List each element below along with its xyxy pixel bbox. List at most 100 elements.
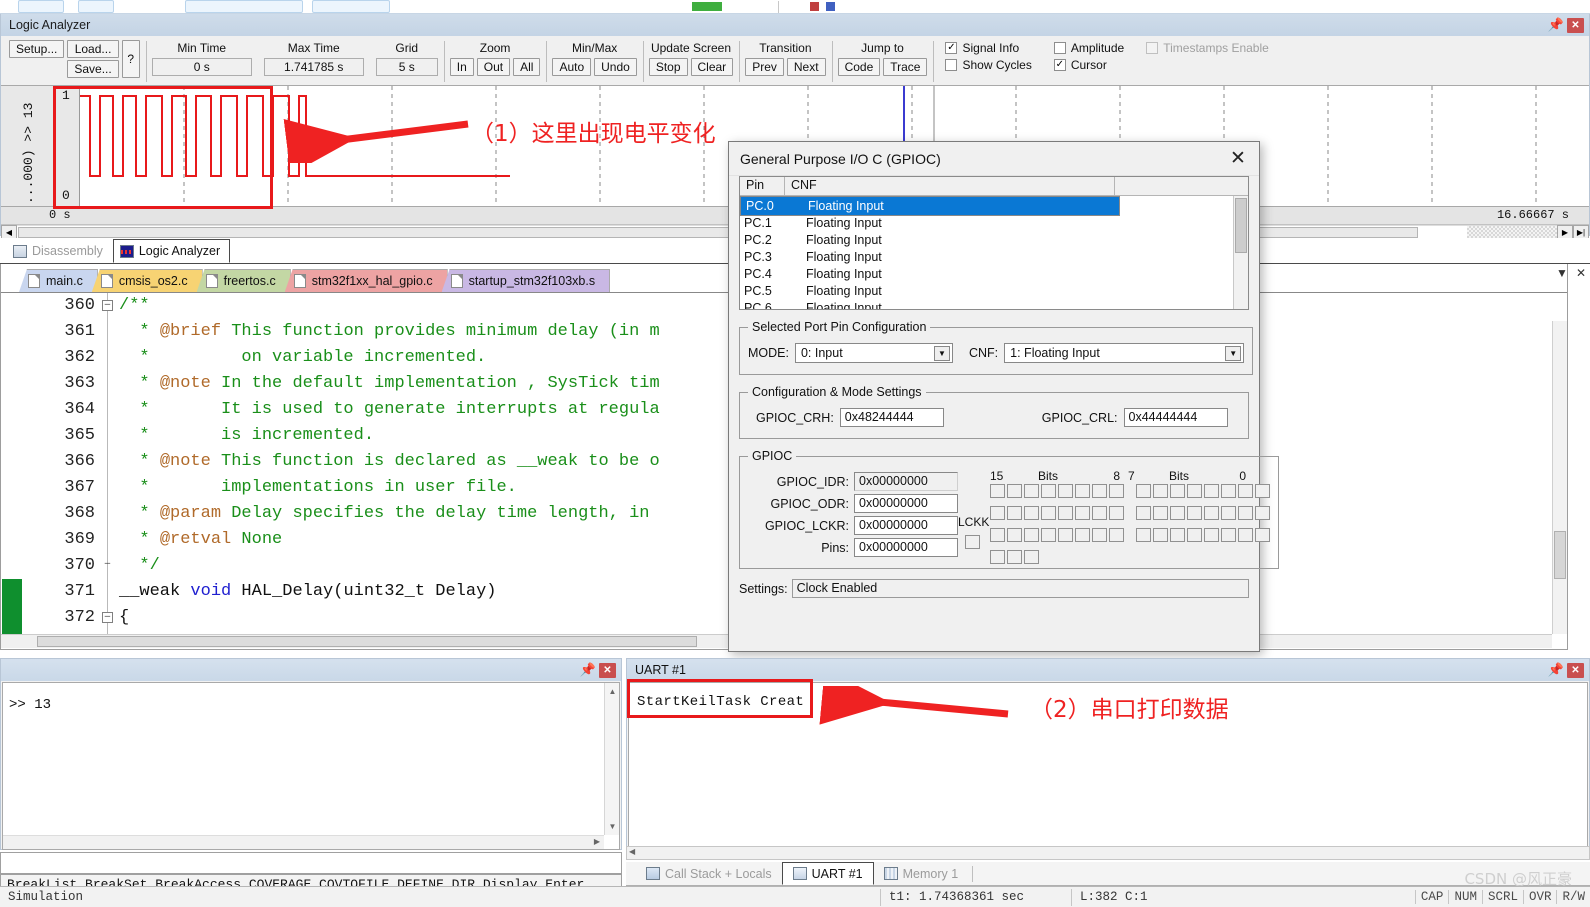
bit[interactable] — [1255, 528, 1270, 542]
gpioc-pins-input[interactable]: 0x00000000 — [854, 538, 958, 557]
toolbar-box-3[interactable] — [185, 0, 303, 13]
scroll-down-icon[interactable]: ▼ — [606, 820, 619, 833]
zoom-out-button[interactable]: Out — [476, 58, 511, 76]
scroll-right-icon[interactable]: ▶ — [1557, 225, 1573, 239]
bit[interactable] — [1075, 528, 1090, 542]
close-icon[interactable]: ✕ — [1567, 17, 1584, 33]
scroll-right-icon[interactable]: ▶ — [594, 837, 600, 846]
transition-prev-button[interactable]: Prev — [745, 58, 784, 76]
command-output[interactable]: >> 13 ▲ ▼ ▶ — [2, 682, 620, 850]
table-row[interactable]: PC.4 Floating Input — [740, 267, 1248, 284]
toolbar-box-4[interactable] — [312, 0, 390, 13]
chevron-down-icon[interactable]: ▼ — [1556, 266, 1568, 280]
bit[interactable] — [990, 528, 1005, 542]
minmax-auto-button[interactable]: Auto — [552, 58, 592, 76]
pins-bit-row[interactable] — [990, 550, 1270, 564]
tab-memory-1[interactable]: Memory 1 — [874, 862, 969, 885]
file-tab-main-c[interactable]: main.c — [19, 269, 98, 292]
gpioc-lckr-input[interactable]: 0x00000000 — [854, 516, 958, 535]
bit[interactable] — [1007, 550, 1022, 564]
checkbox-signal-info-box[interactable]: ✓ — [945, 42, 958, 54]
update-clear-button[interactable]: Clear — [690, 58, 734, 76]
cnf-select[interactable]: 1: Floating Input ▼ — [1004, 343, 1245, 363]
bit[interactable] — [990, 550, 1005, 564]
mode-select[interactable]: 0: Input ▼ — [794, 343, 953, 363]
bit[interactable] — [1136, 528, 1151, 542]
tab-call-stack-locals[interactable]: Call Stack + Locals — [636, 862, 782, 885]
update-stop-button[interactable]: Stop — [648, 58, 688, 76]
bit[interactable] — [1092, 528, 1107, 542]
file-tab-startup-stm32f103xb-s[interactable]: startup_stm32f103xb.s — [441, 269, 611, 292]
editor-vscrollbar[interactable] — [1552, 321, 1567, 634]
gpioc-crh-input[interactable]: 0x48244444 — [839, 408, 944, 427]
pin-list[interactable]: Pin CNF PC.0 Floating Input PC.1 Floatin… — [739, 176, 1249, 310]
gpioc-crl-input[interactable]: 0x44444444 — [1123, 408, 1228, 427]
scroll-left-icon[interactable]: ◀ — [629, 847, 635, 856]
save-button[interactable]: Save... — [67, 60, 119, 78]
col-header-blank[interactable] — [1115, 177, 1248, 195]
file-tab-cmsis-os2-c[interactable]: cmsis_os2.c — [91, 269, 203, 292]
checkbox-amplitude-box[interactable] — [1053, 42, 1066, 54]
lckr-bit-row[interactable] — [990, 528, 1270, 542]
help-button[interactable]: ? — [121, 40, 140, 78]
col-header-cnf[interactable]: CNF — [785, 177, 1115, 195]
editor-close-icon[interactable]: ✕ — [1576, 266, 1586, 280]
chevron-down-icon[interactable]: ▼ — [1225, 346, 1242, 361]
editor-vscroll-thumb[interactable] — [1554, 531, 1566, 579]
lckk-bit-checkbox[interactable] — [965, 535, 980, 549]
pin-icon[interactable]: 📌 — [1545, 16, 1567, 34]
setup-button[interactable]: Setup... — [9, 40, 65, 58]
table-row[interactable]: PC.6 Floating Input — [740, 301, 1248, 309]
transition-next-button[interactable]: Next — [786, 58, 826, 76]
tab-logic-analyzer[interactable]: Logic Analyzer — [112, 239, 231, 263]
checkbox-amplitude[interactable]: Amplitude — [1053, 41, 1124, 55]
minmax-undo-button[interactable]: Undo — [594, 58, 637, 76]
chevron-down-icon[interactable]: ▼ — [933, 346, 950, 361]
bit[interactable] — [1238, 528, 1253, 542]
close-icon[interactable]: ✕ — [599, 662, 616, 678]
pin-list-scroll-thumb[interactable] — [1235, 198, 1247, 253]
bit[interactable] — [1170, 528, 1185, 542]
bit[interactable] — [1187, 506, 1202, 520]
table-row[interactable]: PC.0 Floating Input — [740, 196, 1120, 216]
bit[interactable] — [1187, 528, 1202, 542]
toolbar-box-2[interactable] — [78, 0, 114, 13]
bit[interactable] — [1007, 506, 1022, 520]
editor-hscroll-thumb[interactable] — [37, 636, 697, 647]
signal-name-column[interactable]: ...000) >> 13 — [1, 86, 56, 206]
pin-icon[interactable]: 📌 — [577, 661, 599, 679]
bit[interactable] — [1153, 528, 1168, 542]
command-hscrollbar[interactable]: ▶ — [3, 835, 604, 849]
bit[interactable] — [1024, 528, 1039, 542]
scroll-up-icon[interactable]: ▲ — [606, 685, 619, 698]
bit[interactable] — [1024, 506, 1039, 520]
close-icon[interactable]: ✕ — [1567, 662, 1584, 678]
pin-icon[interactable]: 📌 — [1545, 661, 1567, 679]
table-row[interactable]: PC.2 Floating Input — [740, 233, 1248, 250]
checkbox-show-cycles-box[interactable] — [945, 59, 958, 71]
grid-value[interactable]: 5 s — [375, 58, 438, 76]
bit[interactable] — [1109, 528, 1124, 542]
bit[interactable] — [1204, 528, 1219, 542]
bit[interactable] — [990, 506, 1005, 520]
bit[interactable] — [1075, 506, 1090, 520]
scroll-left-icon[interactable]: ◀ — [1, 225, 17, 239]
checkbox-signal-info[interactable]: ✓ Signal Info — [945, 41, 1031, 55]
table-row[interactable]: PC.5 Floating Input — [740, 284, 1248, 301]
bit[interactable] — [1041, 506, 1056, 520]
min-time-value[interactable]: 0 s — [151, 58, 252, 76]
table-row[interactable]: PC.1 Floating Input — [740, 216, 1248, 233]
bit[interactable] — [1204, 506, 1219, 520]
tab-uart-1[interactable]: UART #1 — [781, 862, 874, 885]
uart-hscrollbar[interactable]: ◀ — [626, 846, 1590, 860]
checkbox-cursor[interactable]: ✓ Cursor — [1053, 58, 1124, 72]
toolbar-box-1[interactable] — [18, 0, 64, 13]
zoom-in-button[interactable]: In — [449, 58, 474, 76]
checkbox-cursor-box[interactable]: ✓ — [1053, 59, 1066, 71]
odr-bit-row[interactable] — [990, 506, 1270, 520]
command-input[interactable] — [0, 852, 622, 874]
col-header-pin[interactable]: Pin — [740, 177, 785, 195]
bit[interactable] — [1170, 506, 1185, 520]
bit[interactable] — [1221, 528, 1236, 542]
bit[interactable] — [1238, 506, 1253, 520]
